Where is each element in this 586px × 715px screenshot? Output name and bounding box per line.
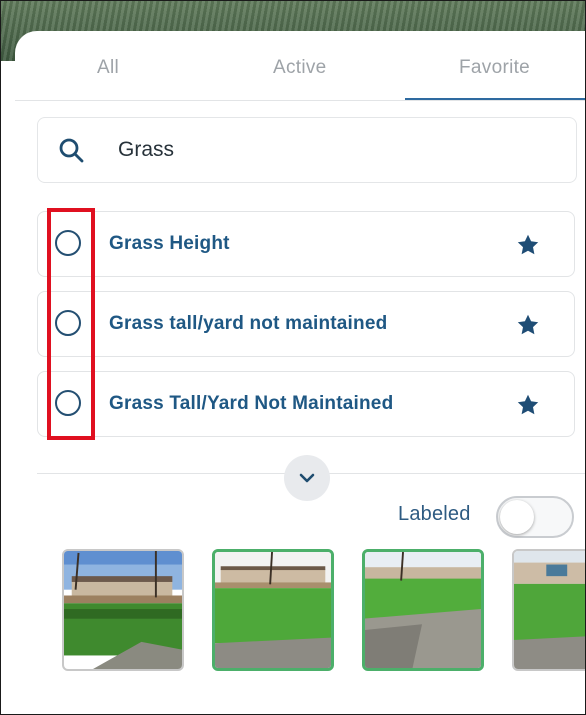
photo-thumbnail[interactable] [62,549,184,671]
photo-image [215,552,331,668]
photo-thumbnail[interactable] [362,549,484,671]
list-item-label: Grass Height [109,233,230,254]
tab-active[interactable]: Active [273,57,327,79]
expand-button[interactable] [284,455,330,501]
labeled-toggle-label: Labeled [398,503,471,525]
list-item-label: Grass tall/yard not maintained [109,313,388,334]
bottom-sheet: All Active Favorite Grass Height [15,31,585,714]
photo-thumbnail[interactable] [512,549,585,671]
photo-image [514,551,585,669]
annotation-highlight-box [47,208,95,440]
photo-image [365,552,481,668]
chevron-down-icon [299,473,315,483]
search-icon [59,138,84,163]
list-item-grass-height[interactable]: Grass Height [37,211,575,277]
list-item-grass-tall-lower[interactable]: Grass tall/yard not maintained [37,291,575,357]
tab-all[interactable]: All [97,57,119,79]
star-icon[interactable] [516,313,540,337]
search-box[interactable] [37,117,577,183]
screen: All Active Favorite Grass Height [0,0,586,715]
issue-list: Grass Height Grass tall/yard not maintai… [37,211,575,451]
star-icon[interactable] [516,233,540,257]
tab-bar: All Active Favorite [15,31,585,101]
toggle-knob [500,500,534,534]
photo-thumbnail[interactable] [212,549,334,671]
tabs-divider [15,100,585,101]
labeled-toggle[interactable] [496,496,574,538]
list-item-label: Grass Tall/Yard Not Maintained [109,393,394,414]
star-icon[interactable] [516,393,540,417]
list-item-grass-tall-title[interactable]: Grass Tall/Yard Not Maintained [37,371,575,437]
photo-image [64,551,182,669]
tab-favorite[interactable]: Favorite [459,57,530,79]
search-input[interactable] [118,136,538,164]
